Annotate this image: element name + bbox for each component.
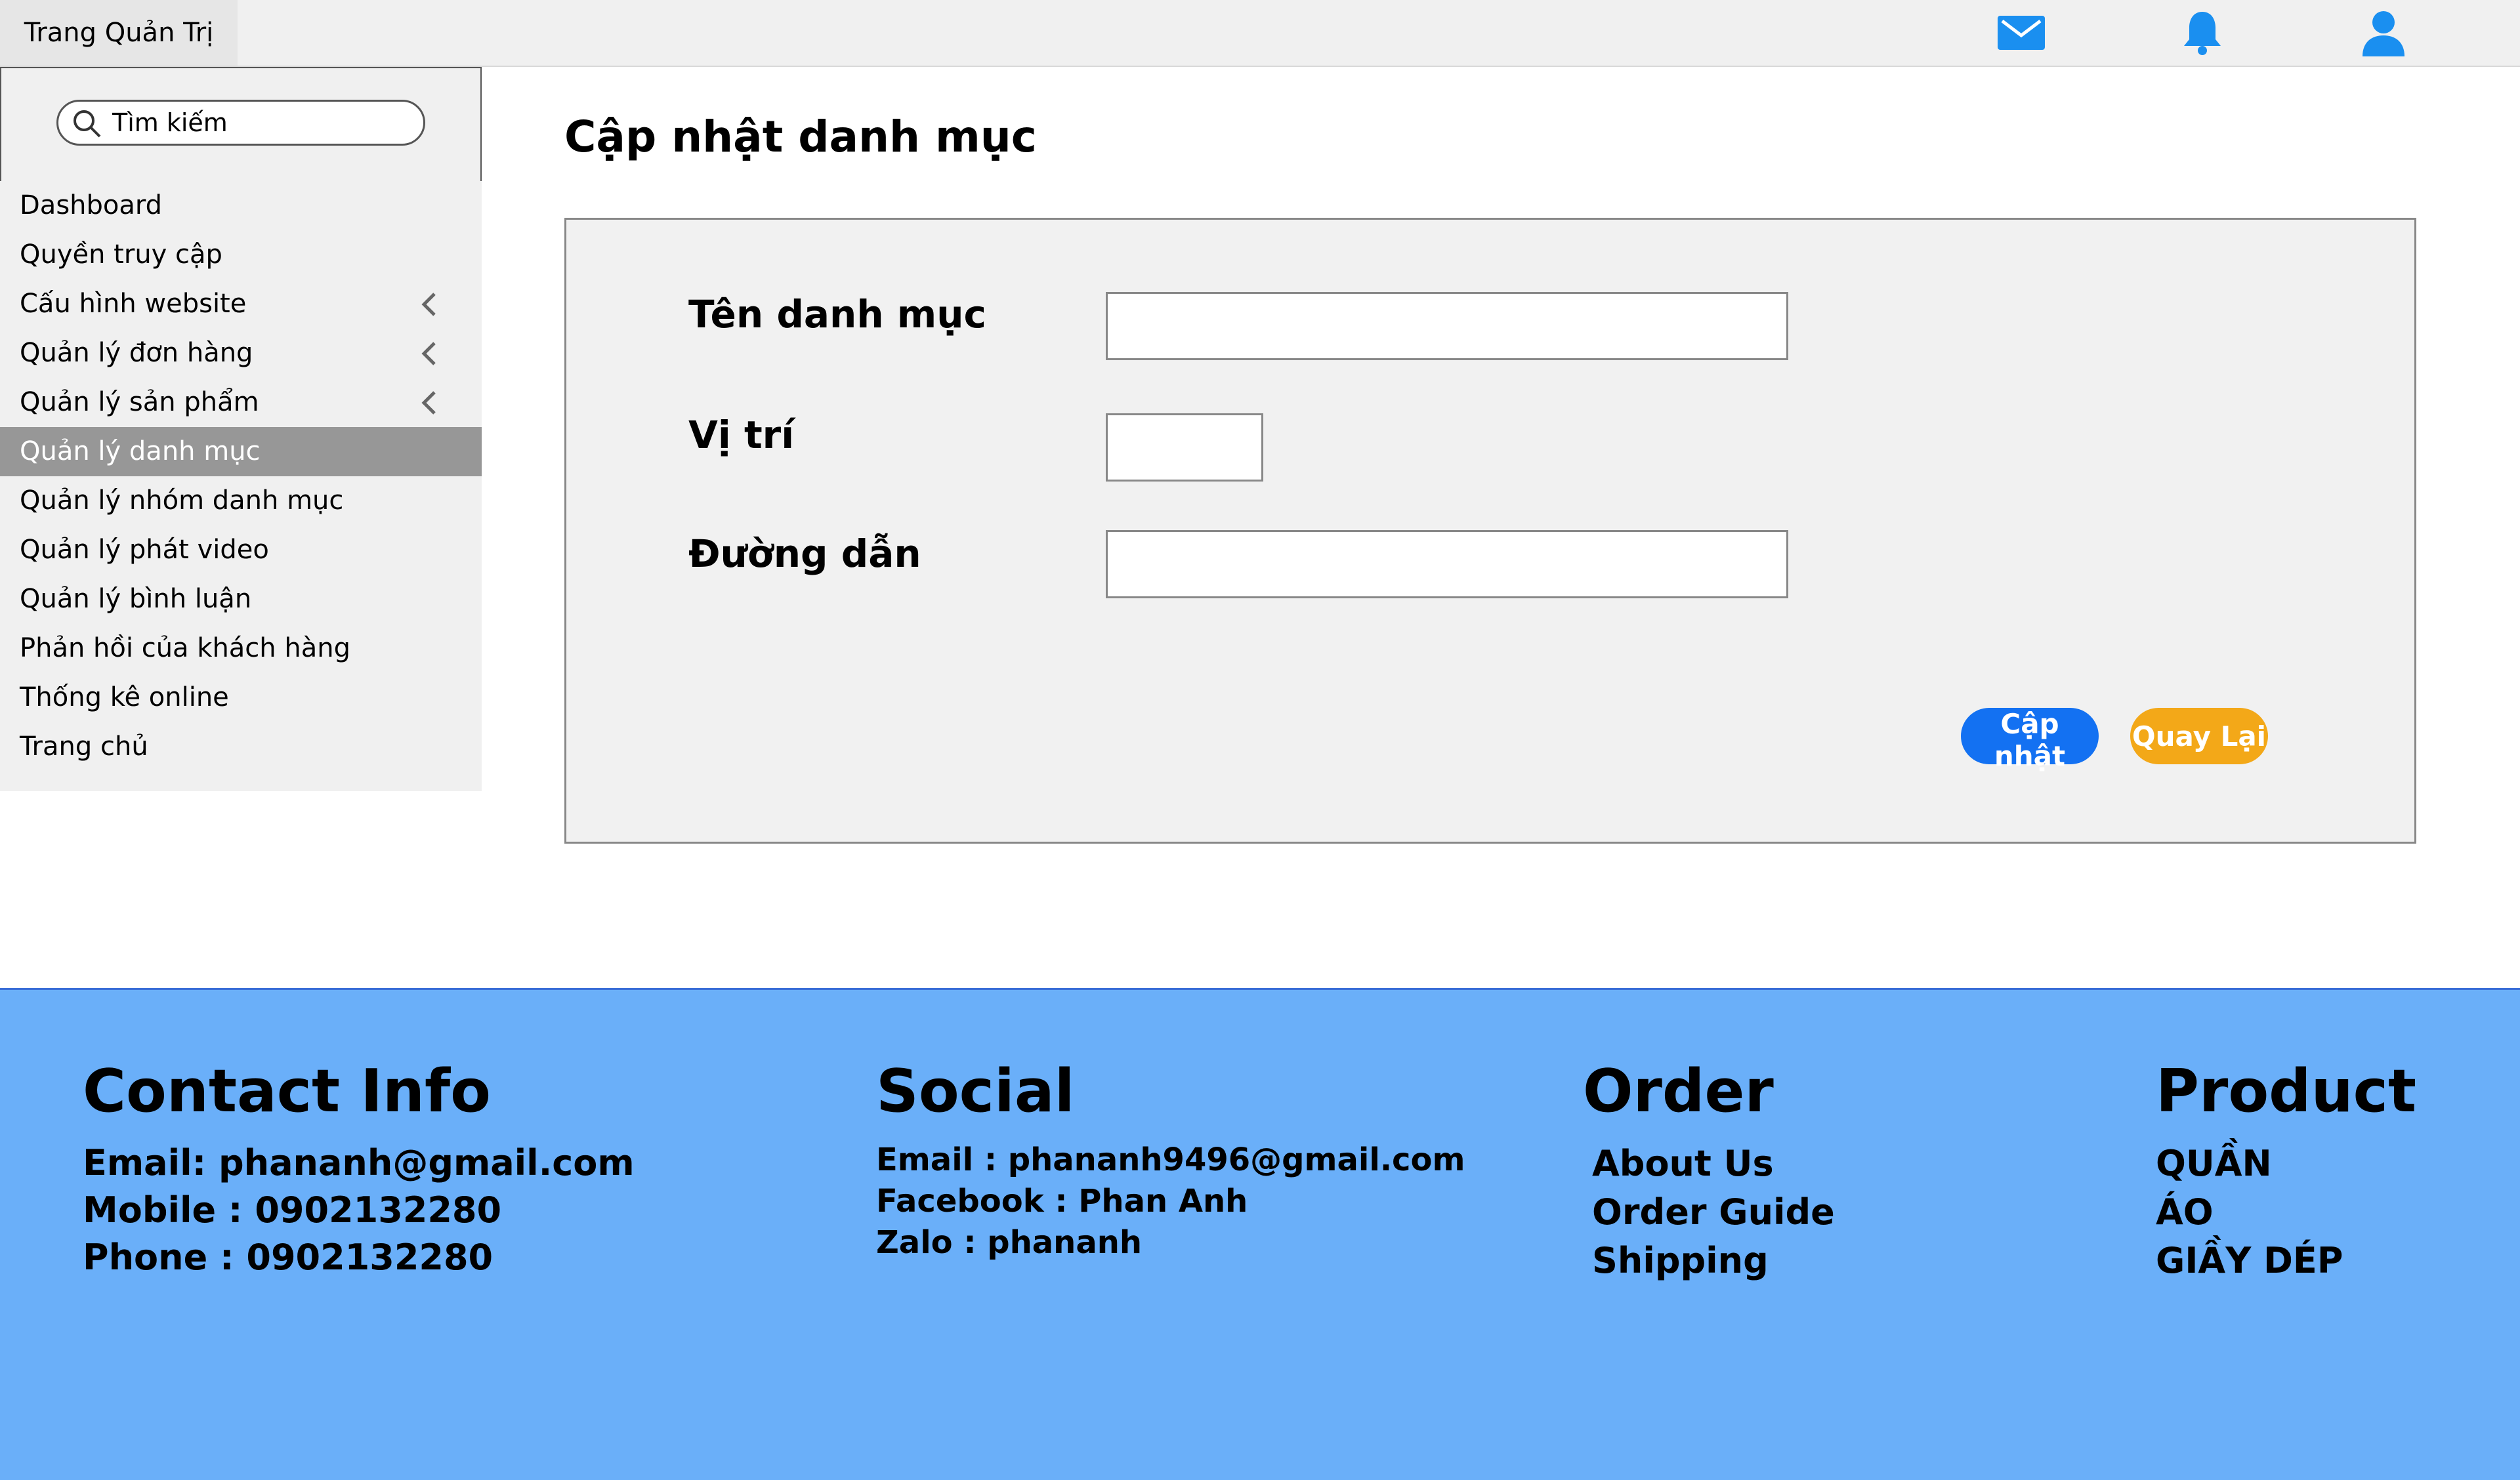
footer-social-heading: Social [876, 1057, 1075, 1126]
footer-social-facebook[interactable]: Facebook : Phan Anh [876, 1181, 1465, 1222]
footer: Contact Info Email: phananh@gmail.com Mo… [0, 988, 2520, 1480]
footer-product: Product QUẦN ÁO GIẦY DÉP [2156, 1056, 2416, 1285]
chevron-left-icon[interactable] [416, 390, 442, 416]
footer-link-order-guide[interactable]: Order Guide [1583, 1188, 1835, 1237]
sidebar-item-label: Quản lý đơn hàng [20, 338, 253, 368]
sidebar-item-home[interactable]: Trang chủ [0, 722, 482, 771]
sidebar-item-label: Quản lý sản phẩm [20, 387, 259, 417]
footer-contact-phone: Phone : 0902132280 [83, 1237, 494, 1278]
sidebar-item-access[interactable]: Quyền truy cập [0, 230, 482, 279]
footer-link-about-us[interactable]: About Us [1583, 1140, 1835, 1188]
sidebar-item-dashboard[interactable]: Dashboard [0, 181, 482, 230]
chevron-left-icon[interactable] [416, 340, 442, 367]
position-input[interactable] [1106, 413, 1263, 482]
search-icon [72, 108, 102, 138]
footer-contact-mobile: Mobile : 0902132280 [83, 1189, 502, 1231]
path-input[interactable] [1106, 530, 1788, 598]
sidebar-item-label: Quản lý nhóm danh mục [20, 485, 344, 516]
path-label: Đường dẫn [688, 531, 921, 576]
sidebar-item-categories[interactable]: Quản lý danh mục [0, 427, 482, 476]
sidebar-item-online-stats[interactable]: Thống kê online [0, 673, 482, 722]
top-bar: Trang Quản Trị [0, 0, 2520, 67]
search-input[interactable] [112, 107, 401, 138]
footer-social-email[interactable]: Email : phananh9496@gmail.com [876, 1140, 1465, 1181]
footer-link-shipping[interactable]: Shipping [1583, 1237, 1835, 1285]
footer-social-zalo[interactable]: Zalo : phananh [876, 1222, 1465, 1264]
update-button[interactable]: Cập nhật [1961, 708, 2099, 772]
sidebar-search-area [0, 67, 482, 181]
category-name-input[interactable] [1106, 292, 1788, 360]
sidebar-item-label: Quản lý phát video [20, 535, 269, 565]
position-label: Vị trí [688, 413, 795, 457]
sidebar-item-label: Dashboard [20, 190, 163, 220]
category-form: Tên danh mục Vị trí Đường dẫn Cập nhật Q… [564, 218, 2416, 844]
page-title: Cập nhật danh mục [564, 112, 1037, 162]
sidebar-menu: Dashboard Quyền truy cập Cấu hình websit… [0, 181, 482, 771]
mail-icon[interactable] [1998, 9, 2045, 56]
footer-social: Social Email : phananh9496@gmail.com Fac… [876, 1056, 1465, 1264]
footer-contact-heading: Contact Info [83, 1057, 491, 1126]
sidebar-item-label: Trang chủ [20, 731, 148, 762]
footer-link-pants[interactable]: QUẦN [2156, 1140, 2416, 1188]
app-title[interactable]: Trang Quản Trị [0, 0, 238, 66]
category-name-label: Tên danh mục [688, 292, 986, 337]
sidebar-item-label: Cấu hình website [20, 289, 247, 319]
sidebar-item-label: Quản lý bình luận [20, 584, 252, 614]
footer-order: Order About Us Order Guide Shipping [1583, 1056, 1835, 1285]
sidebar-item-comments[interactable]: Quản lý bình luận [0, 575, 482, 624]
chevron-left-icon[interactable] [416, 291, 442, 318]
sidebar: Dashboard Quyền truy cập Cấu hình websit… [0, 67, 482, 791]
sidebar-item-label: Phản hồi của khách hàng [20, 633, 350, 663]
footer-link-shoes[interactable]: GIẦY DÉP [2156, 1237, 2416, 1285]
bell-icon[interactable] [2179, 9, 2226, 56]
back-button[interactable]: Quay Lại [2130, 708, 2268, 764]
sidebar-item-feedback[interactable]: Phản hồi của khách hàng [0, 624, 482, 673]
footer-contact: Contact Info Email: phananh@gmail.com Mo… [83, 1056, 635, 1281]
sidebar-item-category-groups[interactable]: Quản lý nhóm danh mục [0, 476, 482, 525]
footer-link-shirts[interactable]: ÁO [2156, 1188, 2416, 1237]
sidebar-item-orders[interactable]: Quản lý đơn hàng [0, 329, 482, 378]
footer-order-heading: Order [1583, 1057, 1774, 1126]
sidebar-item-videos[interactable]: Quản lý phát video [0, 525, 482, 575]
sidebar-item-products[interactable]: Quản lý sản phẩm [0, 378, 482, 427]
sidebar-item-website-config[interactable]: Cấu hình website [0, 279, 482, 329]
sidebar-item-label: Thống kê online [20, 682, 229, 712]
search-box[interactable] [56, 100, 425, 146]
sidebar-item-label: Quản lý danh mục [20, 436, 261, 466]
footer-product-heading: Product [2156, 1057, 2417, 1126]
user-icon[interactable] [2360, 9, 2407, 56]
sidebar-item-label: Quyền truy cập [20, 239, 222, 270]
footer-contact-email: Email: phananh@gmail.com [83, 1142, 635, 1183]
